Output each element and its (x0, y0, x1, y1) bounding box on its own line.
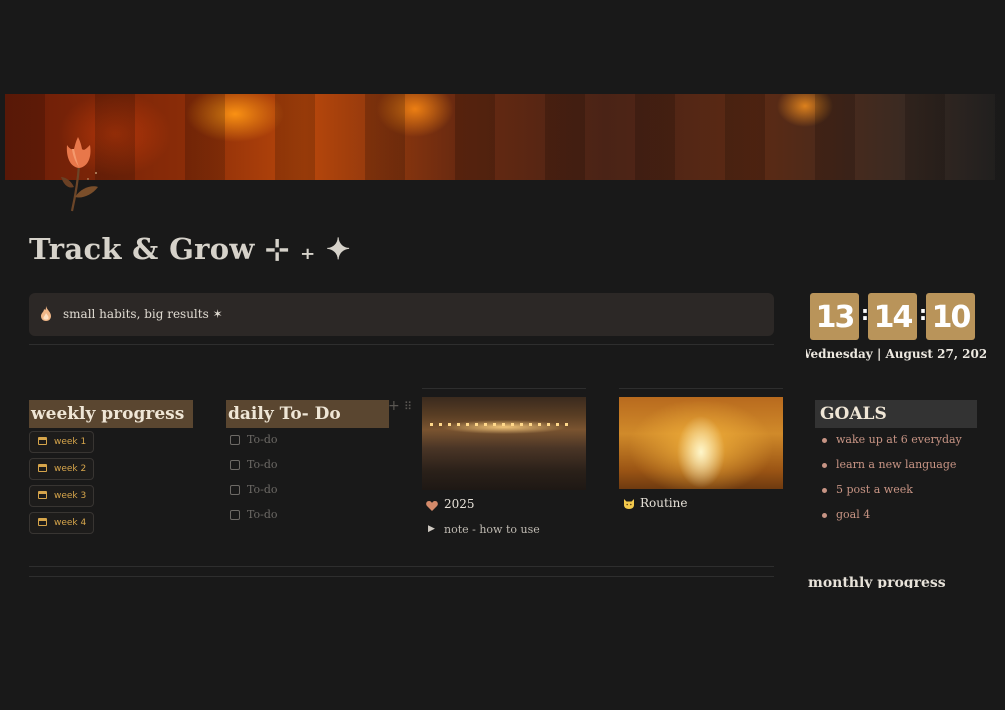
week-4-button[interactable]: week 4 (29, 512, 94, 534)
quote-callout[interactable]: small habits, big results ✶ (29, 293, 774, 336)
drag-handle-icon[interactable]: ⠿ (404, 400, 412, 413)
bullet-icon (822, 438, 827, 443)
calendar-icon (38, 491, 47, 499)
monthly-progress-heading: monthly progress (808, 575, 946, 588)
calendar-icon (38, 518, 47, 526)
divider (29, 344, 774, 345)
checkbox[interactable] (230, 485, 240, 495)
divider (29, 576, 774, 577)
heart-icon (426, 501, 438, 511)
toggle-note[interactable]: note - how to use (444, 523, 540, 536)
clock-hours: 13 (810, 293, 859, 340)
calendar-icon (38, 464, 47, 472)
quote-text: small habits, big results ✶ (63, 307, 223, 321)
divider (619, 388, 783, 389)
year-link[interactable]: 2025 (444, 497, 475, 511)
week-2-button[interactable]: week 2 (29, 458, 94, 480)
routine-link[interactable]: Routine (640, 496, 687, 510)
clock-minutes: 14 (868, 293, 917, 340)
divider (29, 566, 774, 567)
goal-item: learn a new language (822, 458, 982, 472)
week-1-button[interactable]: week 1 (29, 431, 94, 453)
goal-item: 5 post a week (822, 483, 982, 497)
clock-date: Wednesday | August 27, 2025 (806, 347, 986, 361)
bullet-icon (822, 488, 827, 493)
cat-icon (624, 499, 634, 509)
calendar-icon (38, 437, 47, 445)
divider (422, 388, 586, 389)
autumn-forest-image[interactable] (619, 397, 783, 489)
checkbox[interactable] (230, 460, 240, 470)
weekly-progress-heading: weekly progress (29, 400, 193, 428)
goal-item: wake up at 6 everyday (822, 433, 982, 447)
cafe-street-image[interactable] (422, 397, 586, 490)
bullet-icon (822, 463, 827, 468)
flip-clock: 13 : 14 : 10 (810, 293, 980, 343)
cover-banner[interactable] (5, 94, 1005, 180)
bullet-icon (822, 513, 827, 518)
checkbox[interactable] (230, 510, 240, 520)
clock-seconds: 10 (926, 293, 975, 340)
page-title[interactable]: Track & Grow ⊹ ₊ ✦ (29, 232, 351, 266)
goals-heading: GOALS (815, 400, 977, 428)
week-3-button[interactable]: week 3 (29, 485, 94, 507)
toggle-arrow-icon[interactable]: ▶ (428, 524, 435, 534)
add-block-icon[interactable]: + (388, 398, 400, 414)
daily-todo-heading: daily To- Do (226, 400, 389, 428)
tulip-icon[interactable] (58, 135, 104, 213)
flame-icon (41, 306, 51, 321)
checkbox[interactable] (230, 435, 240, 445)
goal-item: goal 4 (822, 508, 982, 522)
